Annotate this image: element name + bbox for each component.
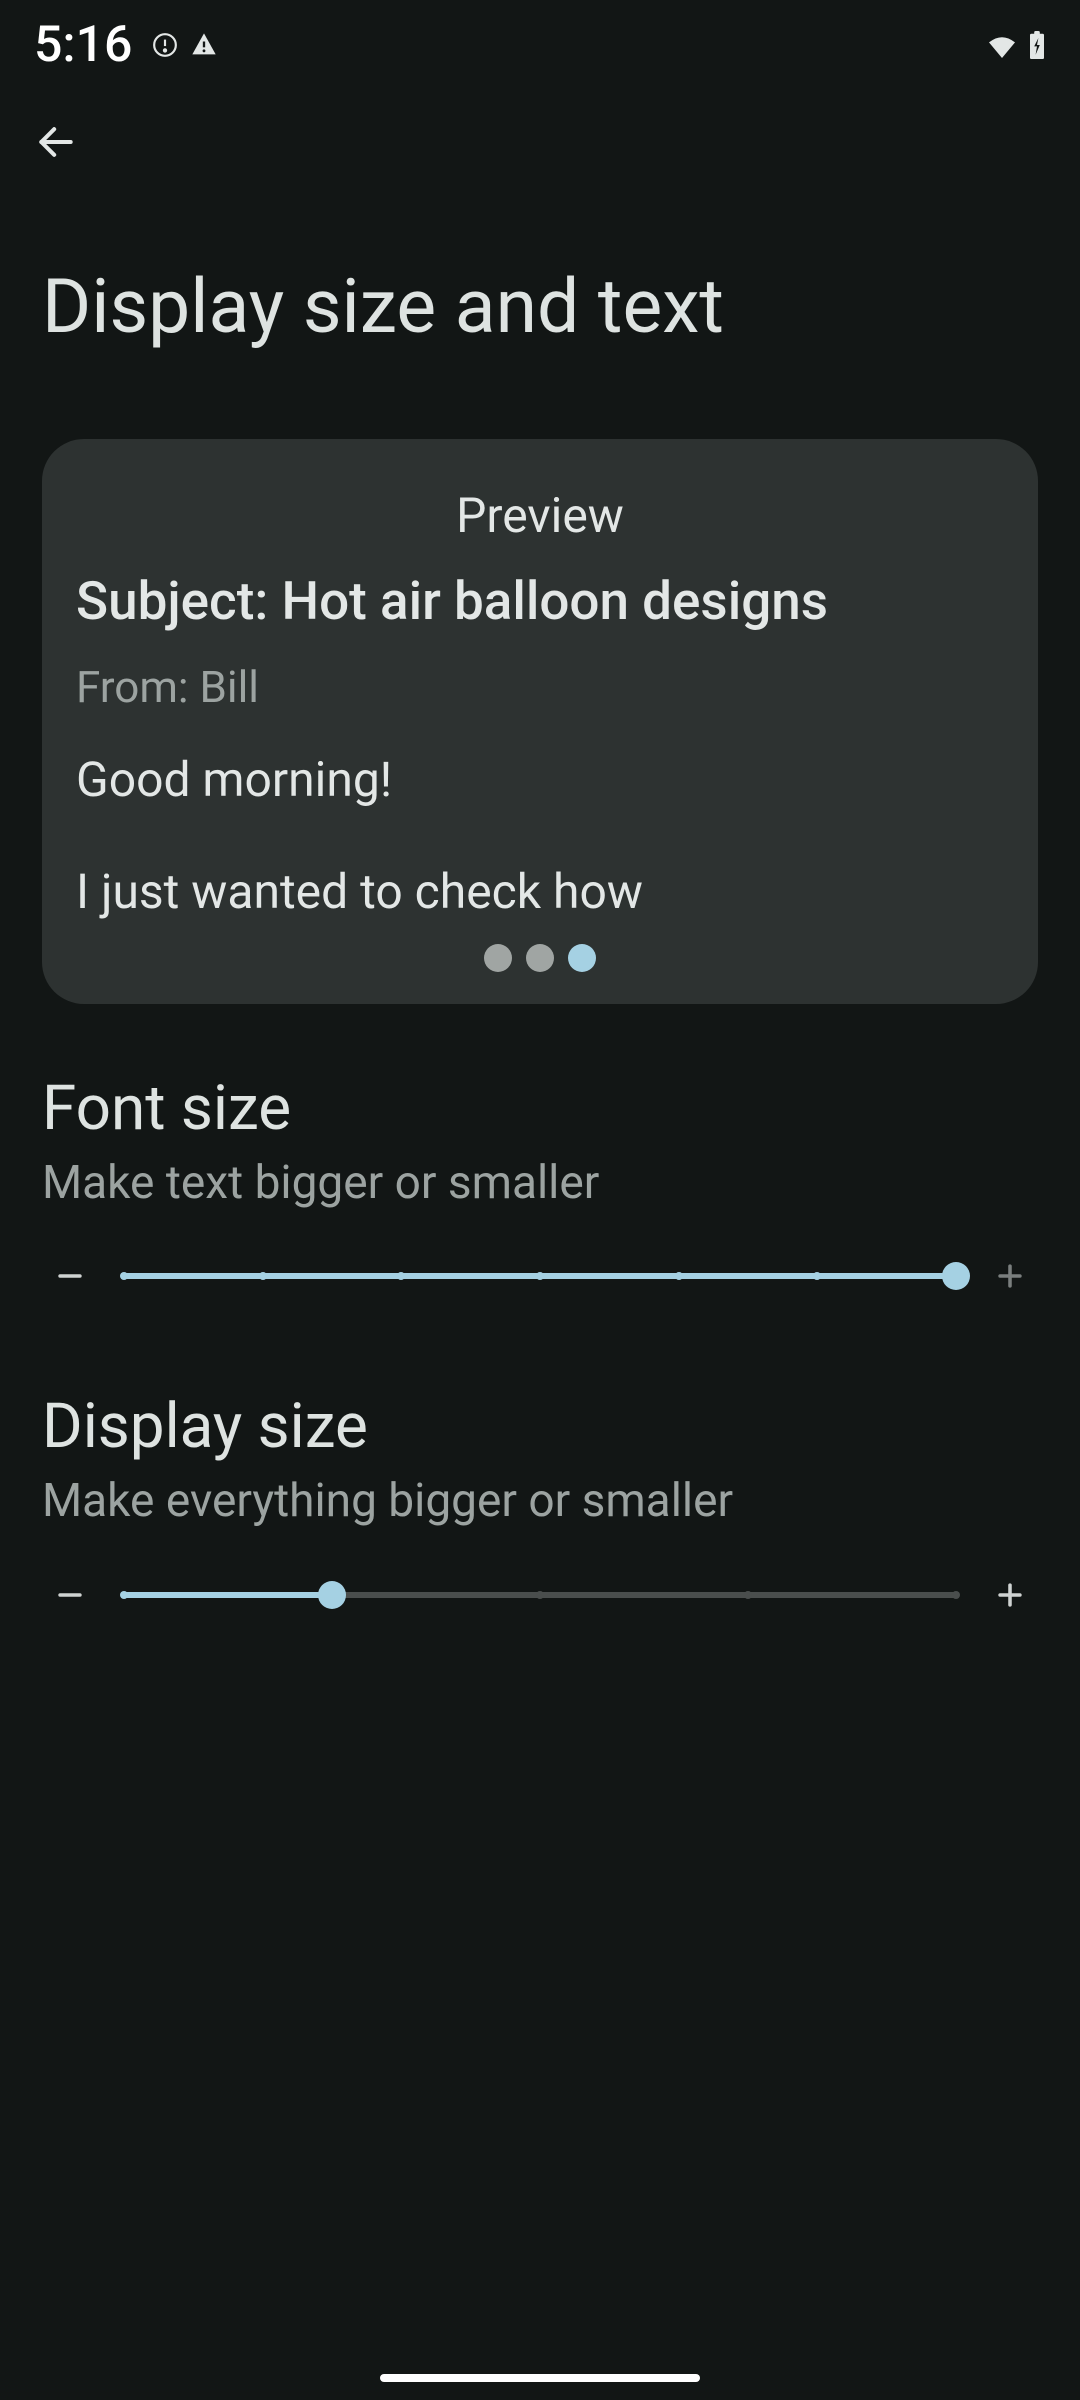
preview-subject: Subject: Hot air balloon designs: [76, 570, 1004, 634]
font-size-increase-button[interactable]: [986, 1252, 1034, 1300]
display-size-section: Display size Make everything bigger or s…: [0, 1300, 1080, 1619]
preview-page-indicator[interactable]: [484, 944, 596, 972]
font-size-title: Font size: [42, 1072, 1038, 1145]
arrow-back-icon: [34, 120, 78, 164]
app-bar: [0, 78, 1080, 166]
status-notification-icons: [152, 31, 218, 59]
navigation-handle[interactable]: [380, 2374, 700, 2382]
page-dot[interactable]: [484, 944, 512, 972]
display-size-slider-thumb[interactable]: [318, 1581, 346, 1609]
font-size-subtitle: Make text bigger or smaller: [42, 1155, 1038, 1213]
display-size-slider[interactable]: [124, 1571, 956, 1619]
display-size-slider-row: [42, 1571, 1038, 1619]
page-title: Display size and text: [0, 166, 1080, 409]
preview-body-line: I just wanted to check how: [76, 861, 1004, 923]
minus-icon: [53, 1259, 87, 1293]
font-size-slider-row: [42, 1252, 1038, 1300]
font-size-decrease-button[interactable]: [46, 1252, 94, 1300]
status-bar: 5:16: [0, 0, 1080, 78]
minus-icon: [53, 1578, 87, 1612]
status-right: [986, 31, 1046, 59]
preview-body-line: Good morning!: [76, 749, 1004, 811]
preview-from: From: Bill: [76, 661, 1004, 713]
font-size-slider-thumb[interactable]: [942, 1262, 970, 1290]
plus-icon: [993, 1259, 1027, 1293]
plus-icon: [993, 1578, 1027, 1612]
preview-card[interactable]: Preview Subject: Hot air balloon designs…: [42, 439, 1038, 1004]
display-size-title: Display size: [42, 1390, 1038, 1463]
page-dot[interactable]: [526, 944, 554, 972]
wifi-icon: [986, 32, 1018, 58]
preview-label: Preview: [76, 487, 1004, 544]
display-size-decrease-button[interactable]: [46, 1571, 94, 1619]
battery-charging-icon: [1028, 31, 1046, 59]
display-size-subtitle: Make everything bigger or smaller: [42, 1473, 1038, 1531]
back-button[interactable]: [32, 118, 80, 166]
warning-triangle-icon: [190, 31, 218, 59]
status-left: 5:16: [34, 16, 218, 74]
page-dot-active[interactable]: [568, 944, 596, 972]
font-size-slider[interactable]: [124, 1252, 956, 1300]
font-size-section: Font size Make text bigger or smaller: [0, 1004, 1080, 1301]
display-size-increase-button[interactable]: [986, 1571, 1034, 1619]
exclamation-circle-icon: [152, 32, 178, 58]
status-time: 5:16: [34, 16, 132, 74]
